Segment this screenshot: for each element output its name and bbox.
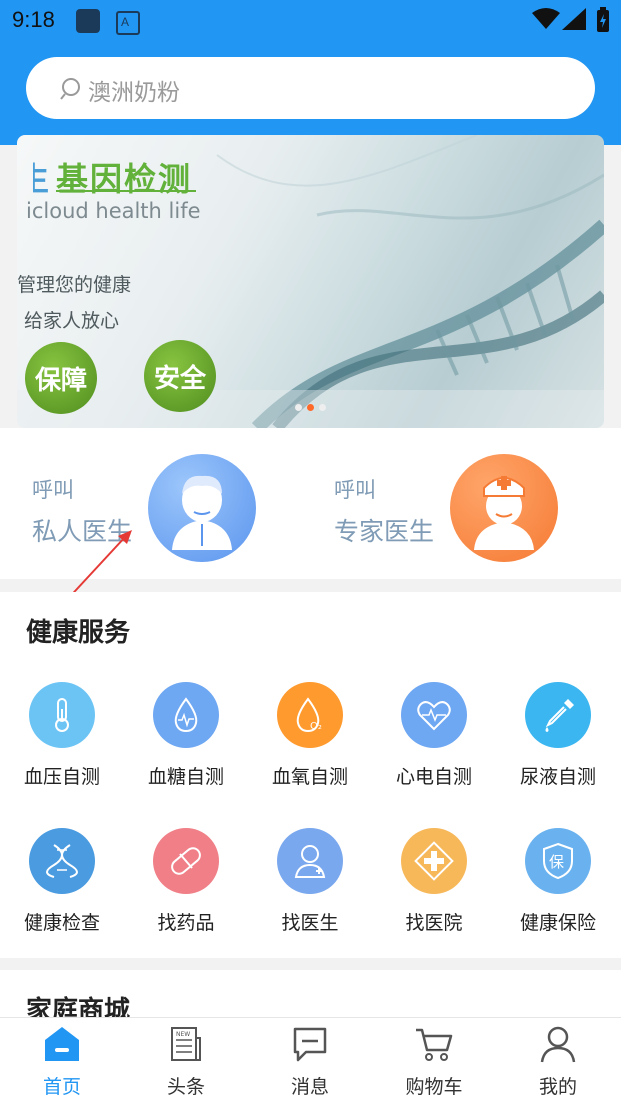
hospital-cross-icon (401, 828, 467, 894)
nav-label: 购物车 (405, 1076, 463, 1098)
nav-cart[interactable]: 购物车 (372, 1020, 496, 1099)
service-label: 血压自测 (23, 766, 100, 788)
doctor-icon (277, 828, 343, 894)
call-private-label: 呼叫 (32, 478, 74, 502)
message-icon (290, 1024, 330, 1064)
service-find-doctor[interactable]: 找医生 (248, 828, 372, 935)
nav-label: 消息 (290, 1076, 329, 1098)
service-label: 健康保险 (519, 912, 596, 934)
service-label: 健康检查 (23, 912, 100, 934)
insurance-shield-icon: 保 (525, 828, 591, 894)
heart-pulse-icon (401, 682, 467, 748)
carousel-dot[interactable] (319, 404, 326, 411)
service-health-check[interactable]: 健康检查 (0, 828, 124, 935)
blood-drop-icon (153, 682, 219, 748)
private-doctor-avatar-icon (148, 454, 256, 562)
banner-line1: 管理您的健康 (17, 274, 132, 296)
signal-icon (562, 8, 586, 34)
nav-home[interactable]: 首页 (0, 1020, 124, 1099)
svg-text:O₂: O₂ (310, 721, 322, 732)
oxygen-icon: O₂ (277, 682, 343, 748)
service-label: 找医院 (405, 912, 463, 934)
thermometer-icon (29, 682, 95, 748)
banner-subtitle: icloud health life (26, 199, 201, 223)
service-label: 心电自测 (395, 766, 472, 788)
pill-icon (153, 828, 219, 894)
profile-icon (538, 1024, 578, 1064)
nav-label: 首页 (42, 1076, 81, 1098)
service-find-medicine[interactable]: 找药品 (124, 828, 248, 935)
dna-icon (29, 828, 95, 894)
status-bar: 9:18 A (0, 0, 621, 42)
service-blood-pressure[interactable]: 血压自测 (0, 682, 124, 789)
service-urine[interactable]: 尿液自测 (496, 682, 620, 789)
svg-text:NEW: NEW (176, 1031, 190, 1038)
call-expert-doctor-card[interactable]: 呼叫 专家医生 (326, 454, 566, 564)
svg-text:A: A (121, 15, 129, 29)
nav-label: 我的 (538, 1076, 577, 1098)
app-notification-icon (76, 9, 100, 33)
banner-badge-safety: 安全 (144, 340, 216, 412)
service-label: 尿液自测 (519, 766, 596, 788)
banner-line2: 给家人放心 (24, 310, 120, 332)
keyboard-notification-icon: A (116, 11, 140, 35)
nav-headlines[interactable]: NEW 头条 (124, 1020, 248, 1099)
banner-title-underline (56, 190, 196, 192)
nav-label: 头条 (166, 1076, 205, 1098)
banner-badge-guarantee: 保障 (25, 342, 97, 414)
health-services-title: 健康服务 (26, 618, 131, 648)
service-label: 血氧自测 (271, 766, 348, 788)
service-label: 血糖自测 (147, 766, 224, 788)
call-expert-label: 呼叫 (334, 478, 376, 502)
service-health-insurance[interactable]: 保 健康保险 (496, 828, 620, 935)
news-icon: NEW (166, 1024, 206, 1064)
expert-doctor-avatar-icon (450, 454, 558, 562)
service-find-hospital[interactable]: 找医院 (372, 828, 496, 935)
service-label: 找药品 (157, 912, 215, 934)
carousel-dot[interactable] (295, 404, 302, 411)
battery-icon (596, 7, 610, 37)
nav-profile[interactable]: 我的 (496, 1020, 620, 1099)
service-blood-sugar[interactable]: 血糖自测 (124, 682, 248, 789)
service-label: 找医生 (281, 912, 339, 934)
banner-title: 基因检测 (56, 160, 193, 198)
expert-doctor-label: 专家医生 (334, 517, 435, 546)
search-icon[interactable] (60, 77, 84, 105)
status-time: 9:18 (12, 7, 55, 32)
nav-messages[interactable]: 消息 (248, 1020, 372, 1099)
carousel-dot-active[interactable] (307, 404, 314, 411)
svg-text:保: 保 (549, 853, 564, 871)
service-blood-oxygen[interactable]: O₂ 血氧自测 (248, 682, 372, 789)
cart-icon (414, 1024, 454, 1064)
service-ecg[interactable]: 心电自测 (372, 682, 496, 789)
search-input[interactable]: 澳洲奶粉 (88, 73, 180, 107)
dropper-icon (525, 682, 591, 748)
wifi-icon (532, 8, 560, 34)
home-icon (42, 1024, 82, 1064)
